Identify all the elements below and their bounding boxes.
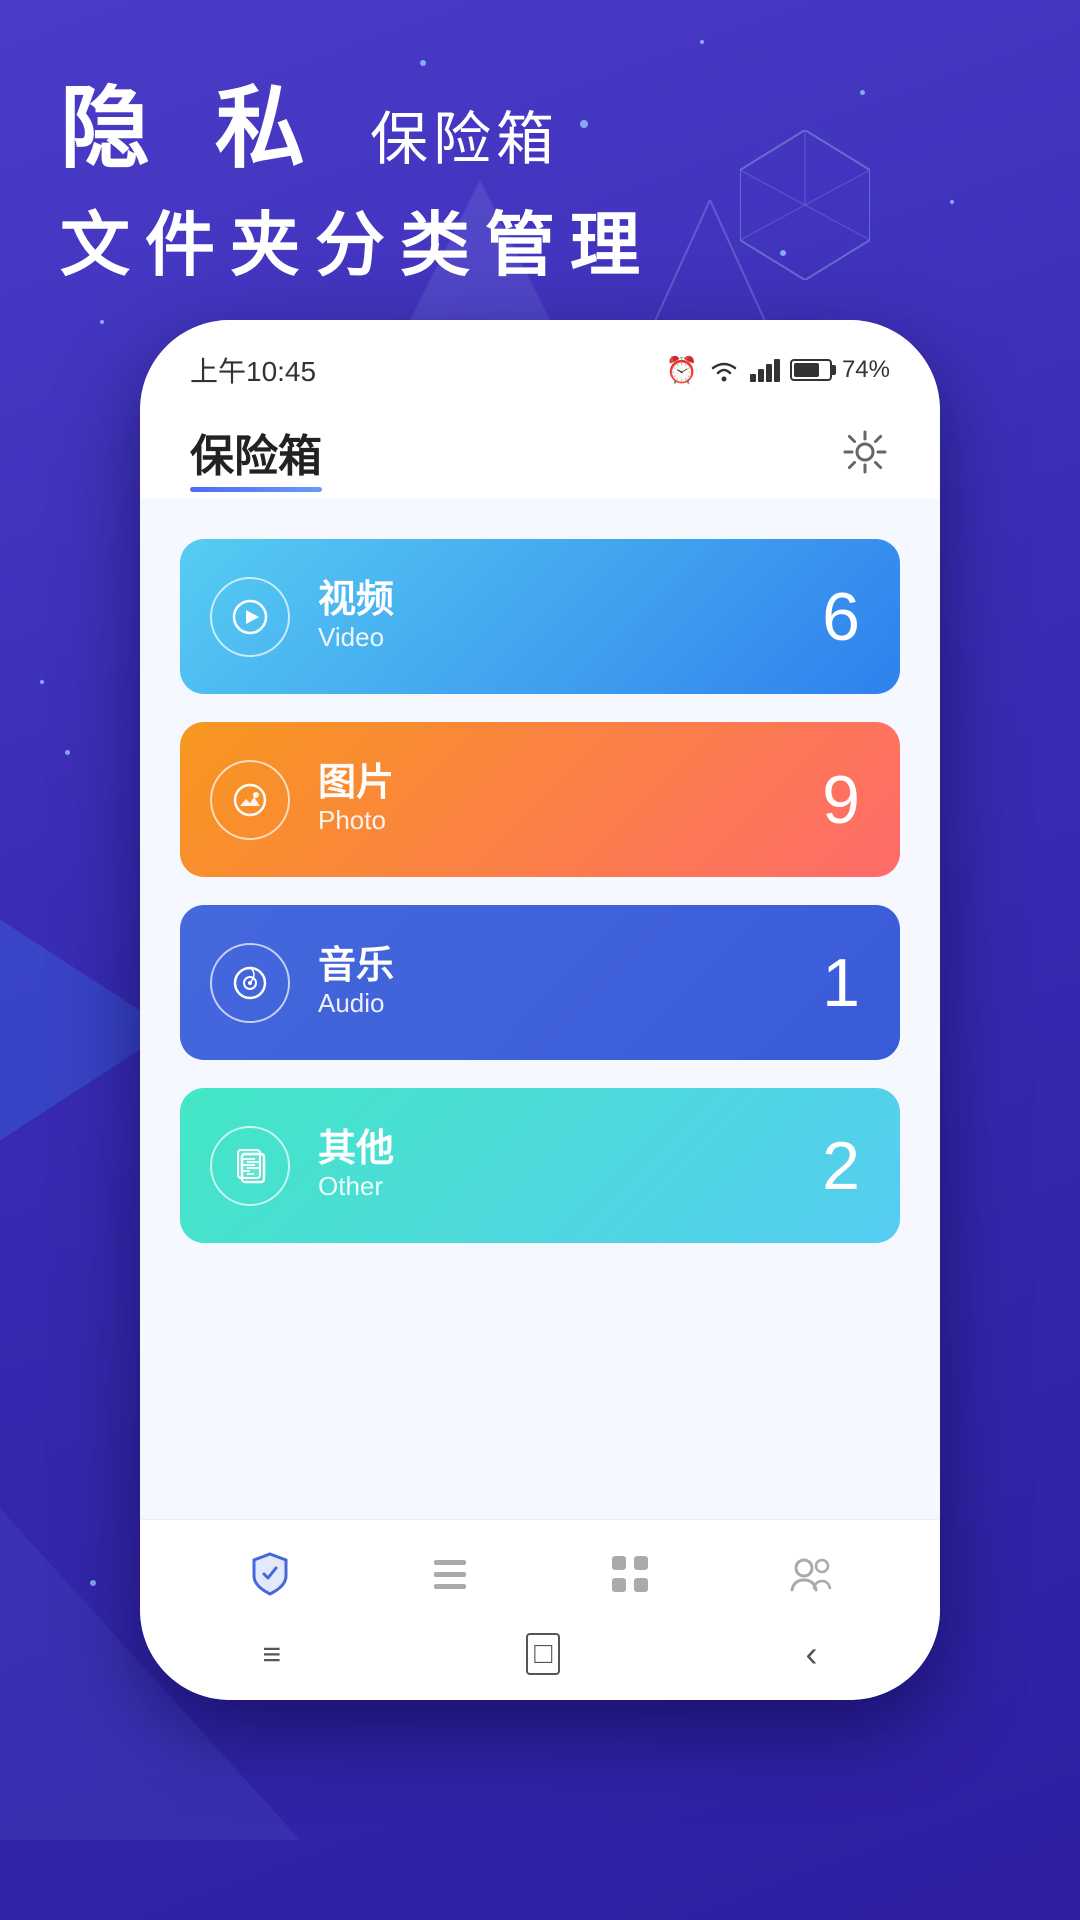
audio-icon-circle [210,943,290,1023]
card-labels-audio: 音乐 Audio [318,946,394,1019]
card-left-audio: 音乐 Audio [210,943,394,1023]
wifi-icon [708,358,740,382]
nav-item-contacts[interactable] [766,1540,854,1608]
audio-label-en: Audio [318,988,394,1019]
card-left-video: 视频 Video [210,577,394,657]
back-button[interactable]: ‹ [805,1633,817,1675]
video-count: 6 [822,578,860,656]
header-line2: 文件夹分类管理 [60,189,655,290]
audio-count: 1 [822,944,860,1022]
category-card-other[interactable]: 其他 Other 2 [180,1088,900,1243]
app-titlebar: 保险箱 [140,400,940,499]
card-left-photo: 图片 Photo [210,760,394,840]
nav-item-safe[interactable] [226,1540,314,1608]
header-title-sub: 保险箱 [370,107,559,172]
video-icon-circle [210,577,290,657]
audio-label-zh: 音乐 [318,946,394,988]
list-icon [426,1550,474,1598]
card-left-other: 其他 Other [210,1126,394,1206]
status-icons: ⏰ [666,355,890,386]
header-line1: 隐 私 保险箱 [60,80,655,179]
card-labels-photo: 图片 Photo [318,763,394,836]
content-spacer [180,1271,900,1499]
phone-mockup: 上午10:45 ⏰ [140,320,940,1700]
header-section: 隐 私 保险箱 文件夹分类管理 [60,80,655,290]
video-label-en: Video [318,622,394,653]
category-card-audio[interactable]: 音乐 Audio 1 [180,905,900,1060]
other-icon-circle [210,1126,290,1206]
photo-label-zh: 图片 [318,763,394,805]
photo-count: 9 [822,761,860,839]
bottom-nav [140,1519,940,1618]
shield-icon [246,1550,294,1598]
menu-button[interactable]: ≡ [263,1636,282,1673]
status-bar: 上午10:45 ⏰ [140,320,940,400]
photo-icon-circle [210,760,290,840]
card-labels-video: 视频 Video [318,580,394,653]
contacts-icon [786,1550,834,1598]
other-label-en: Other [318,1171,394,1202]
category-card-photo[interactable]: 图片 Photo 9 [180,722,900,877]
header-title-main: 隐 私 [60,79,325,179]
photo-label-en: Photo [318,805,394,836]
card-labels-other: 其他 Other [318,1129,394,1202]
main-content: 视频 Video 6 图片 [140,499,940,1519]
app-title: 保险箱 [190,420,322,484]
nav-item-list[interactable] [406,1540,494,1608]
cube-decoration-top-right [740,130,870,280]
nav-item-apps[interactable] [586,1540,674,1608]
status-time: 上午10:45 [190,350,316,390]
phone-inner: 上午10:45 ⏰ [140,320,940,1700]
signal-icon [750,358,780,382]
other-count: 2 [822,1127,860,1205]
category-card-video[interactable]: 视频 Video 6 [180,539,900,694]
android-nav-bar: ≡ □ ‹ [140,1618,940,1700]
settings-icon[interactable] [840,427,890,477]
video-label-zh: 视频 [318,580,394,622]
home-button[interactable]: □ [526,1633,560,1675]
battery-percent: 74% [842,356,890,384]
alarm-icon: ⏰ [666,355,698,386]
apps-icon [606,1550,654,1598]
battery-icon: 74% [790,356,890,384]
other-label-zh: 其他 [318,1129,394,1171]
